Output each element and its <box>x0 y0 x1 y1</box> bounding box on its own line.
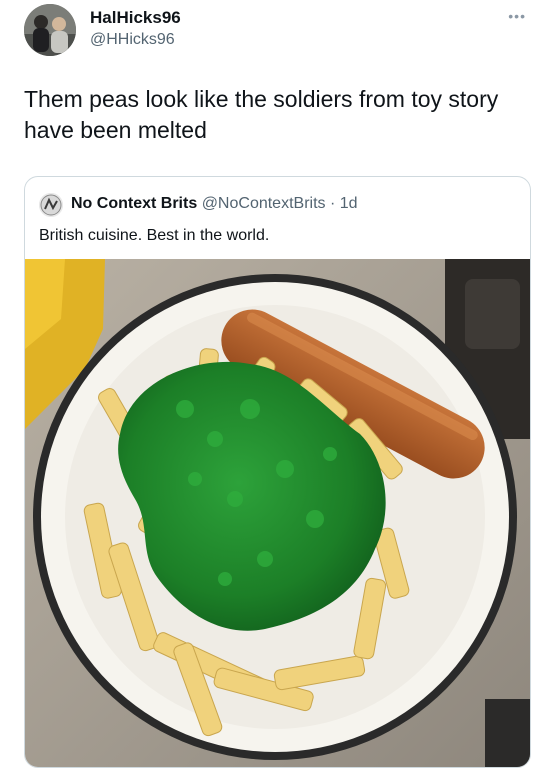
author-avatar-photo <box>24 4 76 56</box>
quoted-header: No Context Brits @NoContextBrits · 1d <box>71 195 358 213</box>
author-avatar[interactable] <box>24 4 76 56</box>
quoted-separator: · <box>329 195 336 212</box>
quoted-author-name[interactable]: No Context Brits <box>71 195 197 212</box>
tweet: HalHicks96 @HHicks96 ••• Them peas look … <box>0 0 546 777</box>
food-plate-image <box>25 259 530 767</box>
quoted-time[interactable]: 1d <box>340 195 358 212</box>
quoted-tweet[interactable]: No Context Brits @NoContextBrits · 1d Br… <box>24 176 531 768</box>
quoted-text: British cuisine. Best in the world. <box>39 227 270 244</box>
quoted-avatar-photo <box>39 193 63 217</box>
author-handle[interactable]: @HHicks96 <box>90 31 175 49</box>
more-icon[interactable]: ••• <box>508 8 526 24</box>
quoted-author-handle[interactable]: @NoContextBrits <box>202 195 326 212</box>
quoted-author-avatar[interactable] <box>39 193 63 217</box>
quoted-photo[interactable] <box>25 259 530 767</box>
author-name[interactable]: HalHicks96 <box>90 8 181 28</box>
tweet-text: Them peas look like the soldiers from to… <box>24 86 499 143</box>
